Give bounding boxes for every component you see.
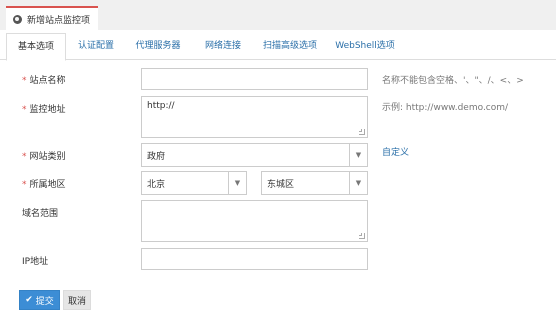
required-mark: * xyxy=(22,76,27,86)
tab-proxy-server[interactable]: 代理服务器 xyxy=(128,33,188,60)
chevron-down-icon: ▼ xyxy=(349,172,367,194)
custom-type-link[interactable]: 自定义 xyxy=(382,145,409,158)
domain-scope-textarea[interactable] xyxy=(141,200,368,242)
monitor-url-label: * 监控地址 xyxy=(22,105,66,115)
district-select[interactable]: 东城区 ▼ xyxy=(261,171,368,195)
site-name-label: * 站点名称 xyxy=(22,76,66,86)
resize-handle-icon[interactable] xyxy=(359,129,365,135)
tab-bar: 基本选项 认证配置 代理服务器 网络连接 扫描高级选项 WebShell选项 xyxy=(0,33,556,61)
page-tab[interactable]: 新增站点监控项 xyxy=(6,6,98,30)
region-label: * 所属地区 xyxy=(22,180,66,190)
required-mark: * xyxy=(22,152,27,162)
chevron-down-icon: ▼ xyxy=(349,144,367,166)
tab-scan-advanced[interactable]: 扫描高级选项 xyxy=(256,33,324,60)
chevron-down-icon: ▼ xyxy=(228,172,246,194)
globe-icon xyxy=(13,14,22,24)
resize-handle-icon[interactable] xyxy=(359,233,365,239)
tab-network-connection[interactable]: 网络连接 xyxy=(197,33,249,60)
required-mark: * xyxy=(22,180,27,190)
page-title: 新增站点监控项 xyxy=(27,15,91,26)
tab-webshell-options[interactable]: WebShell选项 xyxy=(332,33,398,60)
domain-scope-label: 域名范围 xyxy=(22,209,59,219)
province-select[interactable]: 北京 ▼ xyxy=(141,171,247,195)
monitor-url-hint: 示例: http://www.demo.com/ xyxy=(382,103,509,113)
ip-address-label: IP地址 xyxy=(22,257,49,267)
tab-basic-options[interactable]: 基本选项 xyxy=(6,33,66,61)
site-type-select[interactable]: 政府 ▼ xyxy=(141,143,368,167)
monitor-url-textarea[interactable]: http:// xyxy=(141,96,368,138)
page-header: 新增站点监控项 xyxy=(0,0,556,30)
site-type-label: * 网站类别 xyxy=(22,152,66,162)
site-name-input[interactable] xyxy=(141,68,368,90)
required-mark: * xyxy=(22,105,27,115)
tab-auth-config[interactable]: 认证配置 xyxy=(70,33,122,60)
cancel-button[interactable]: 取消 xyxy=(63,290,91,310)
submit-button[interactable]: ✔ 提交 xyxy=(19,290,60,310)
check-icon: ✔ xyxy=(25,295,33,305)
site-name-hint: 名称不能包含空格、'、"、/、<、> xyxy=(382,76,524,86)
ip-address-input[interactable] xyxy=(141,248,368,270)
